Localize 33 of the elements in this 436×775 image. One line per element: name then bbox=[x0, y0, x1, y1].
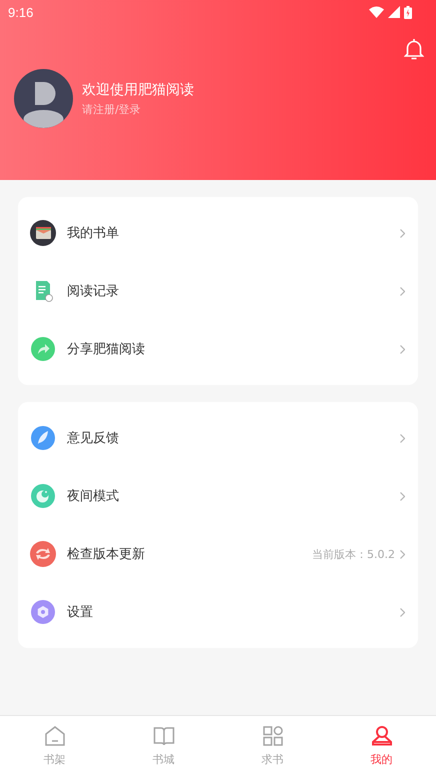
wallet-icon bbox=[30, 220, 56, 246]
settings-icon bbox=[30, 599, 56, 625]
chevron-icon bbox=[400, 228, 405, 238]
feather-icon bbox=[30, 425, 56, 451]
welcome-text: 欢迎使用肥猫阅读 bbox=[82, 80, 194, 98]
chevron-icon bbox=[400, 608, 405, 616]
nav-tab[interactable]: 我的 bbox=[327, 716, 436, 775]
chevron-icon bbox=[400, 344, 405, 354]
house-icon bbox=[44, 724, 66, 746]
menu-item[interactable]: 夜间模式 bbox=[18, 467, 418, 525]
menu-item[interactable]: 分享肥猫阅读 bbox=[18, 320, 418, 378]
grid-icon bbox=[262, 724, 284, 746]
menu-item[interactable]: 检查版本更新 当前版本：5.0.2 bbox=[18, 525, 418, 583]
chevron-icon bbox=[400, 286, 405, 296]
chevron-icon bbox=[400, 492, 405, 500]
wifi-icon bbox=[369, 6, 384, 18]
battery-icon bbox=[404, 6, 412, 18]
chevron-icon bbox=[400, 550, 405, 558]
person-icon bbox=[370, 724, 392, 746]
moon-icon bbox=[30, 483, 56, 509]
chevron-icon bbox=[400, 434, 405, 442]
refresh-icon bbox=[30, 541, 56, 567]
status-time: 9:16 bbox=[8, 4, 34, 20]
version-text: 当前版本：5.0.2 bbox=[312, 546, 395, 562]
menu-item[interactable]: 设置 bbox=[18, 583, 418, 641]
menu-item[interactable]: 意见反馈 bbox=[18, 409, 418, 467]
bell-icon[interactable] bbox=[404, 38, 424, 60]
menu-item[interactable]: 我的书单 bbox=[18, 204, 418, 262]
book-icon bbox=[152, 724, 174, 746]
avatar-icon[interactable] bbox=[14, 69, 73, 128]
share-icon bbox=[30, 336, 56, 362]
signal-icon bbox=[388, 6, 400, 18]
menu-item[interactable]: 阅读记录 bbox=[18, 262, 418, 320]
